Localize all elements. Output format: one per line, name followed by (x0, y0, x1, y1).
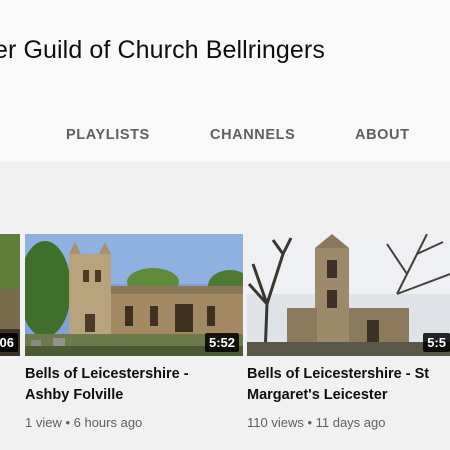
video-title-line1: Bells of Leicestershire - St (247, 366, 430, 382)
video-duration: 5:52 (204, 333, 239, 352)
video-duration: 06 (0, 333, 18, 352)
video-thumbnail[interactable]: 5:5 (247, 234, 450, 356)
thumbnail-image (247, 234, 450, 356)
video-meta: 110 views • 11 days ago (247, 415, 386, 430)
tab-playlists[interactable]: PLAYLISTS (66, 127, 150, 143)
video-thumbnail[interactable]: 5:52 (25, 234, 243, 356)
video-title-line1: Bells of Leicestershire - (25, 366, 189, 382)
video-title-line2: Ashby Folville (25, 387, 124, 403)
video-title[interactable]: Bells of Leicestershire - Ashby Folville (25, 364, 189, 406)
video-title-line2: Margaret's Leicester (247, 387, 388, 403)
video-title[interactable]: Bells of Leicestershire - St Margaret's … (247, 364, 429, 406)
video-duration: 5:5 (423, 333, 450, 352)
channel-header: er Guild of Church Bellringers PLAYLISTS… (0, 0, 450, 162)
channel-title: er Guild of Church Bellringers (0, 36, 325, 64)
video-grid: 06 5:52 5:5 Bells of Leicestershire - As… (0, 162, 450, 450)
video-meta: 1 view • 6 hours ago (25, 415, 143, 430)
channel-tabs: PLAYLISTS CHANNELS ABOUT (0, 112, 450, 156)
tab-about[interactable]: ABOUT (355, 127, 410, 143)
video-thumbnail[interactable]: 06 (0, 234, 20, 356)
tab-channels[interactable]: CHANNELS (210, 127, 295, 143)
